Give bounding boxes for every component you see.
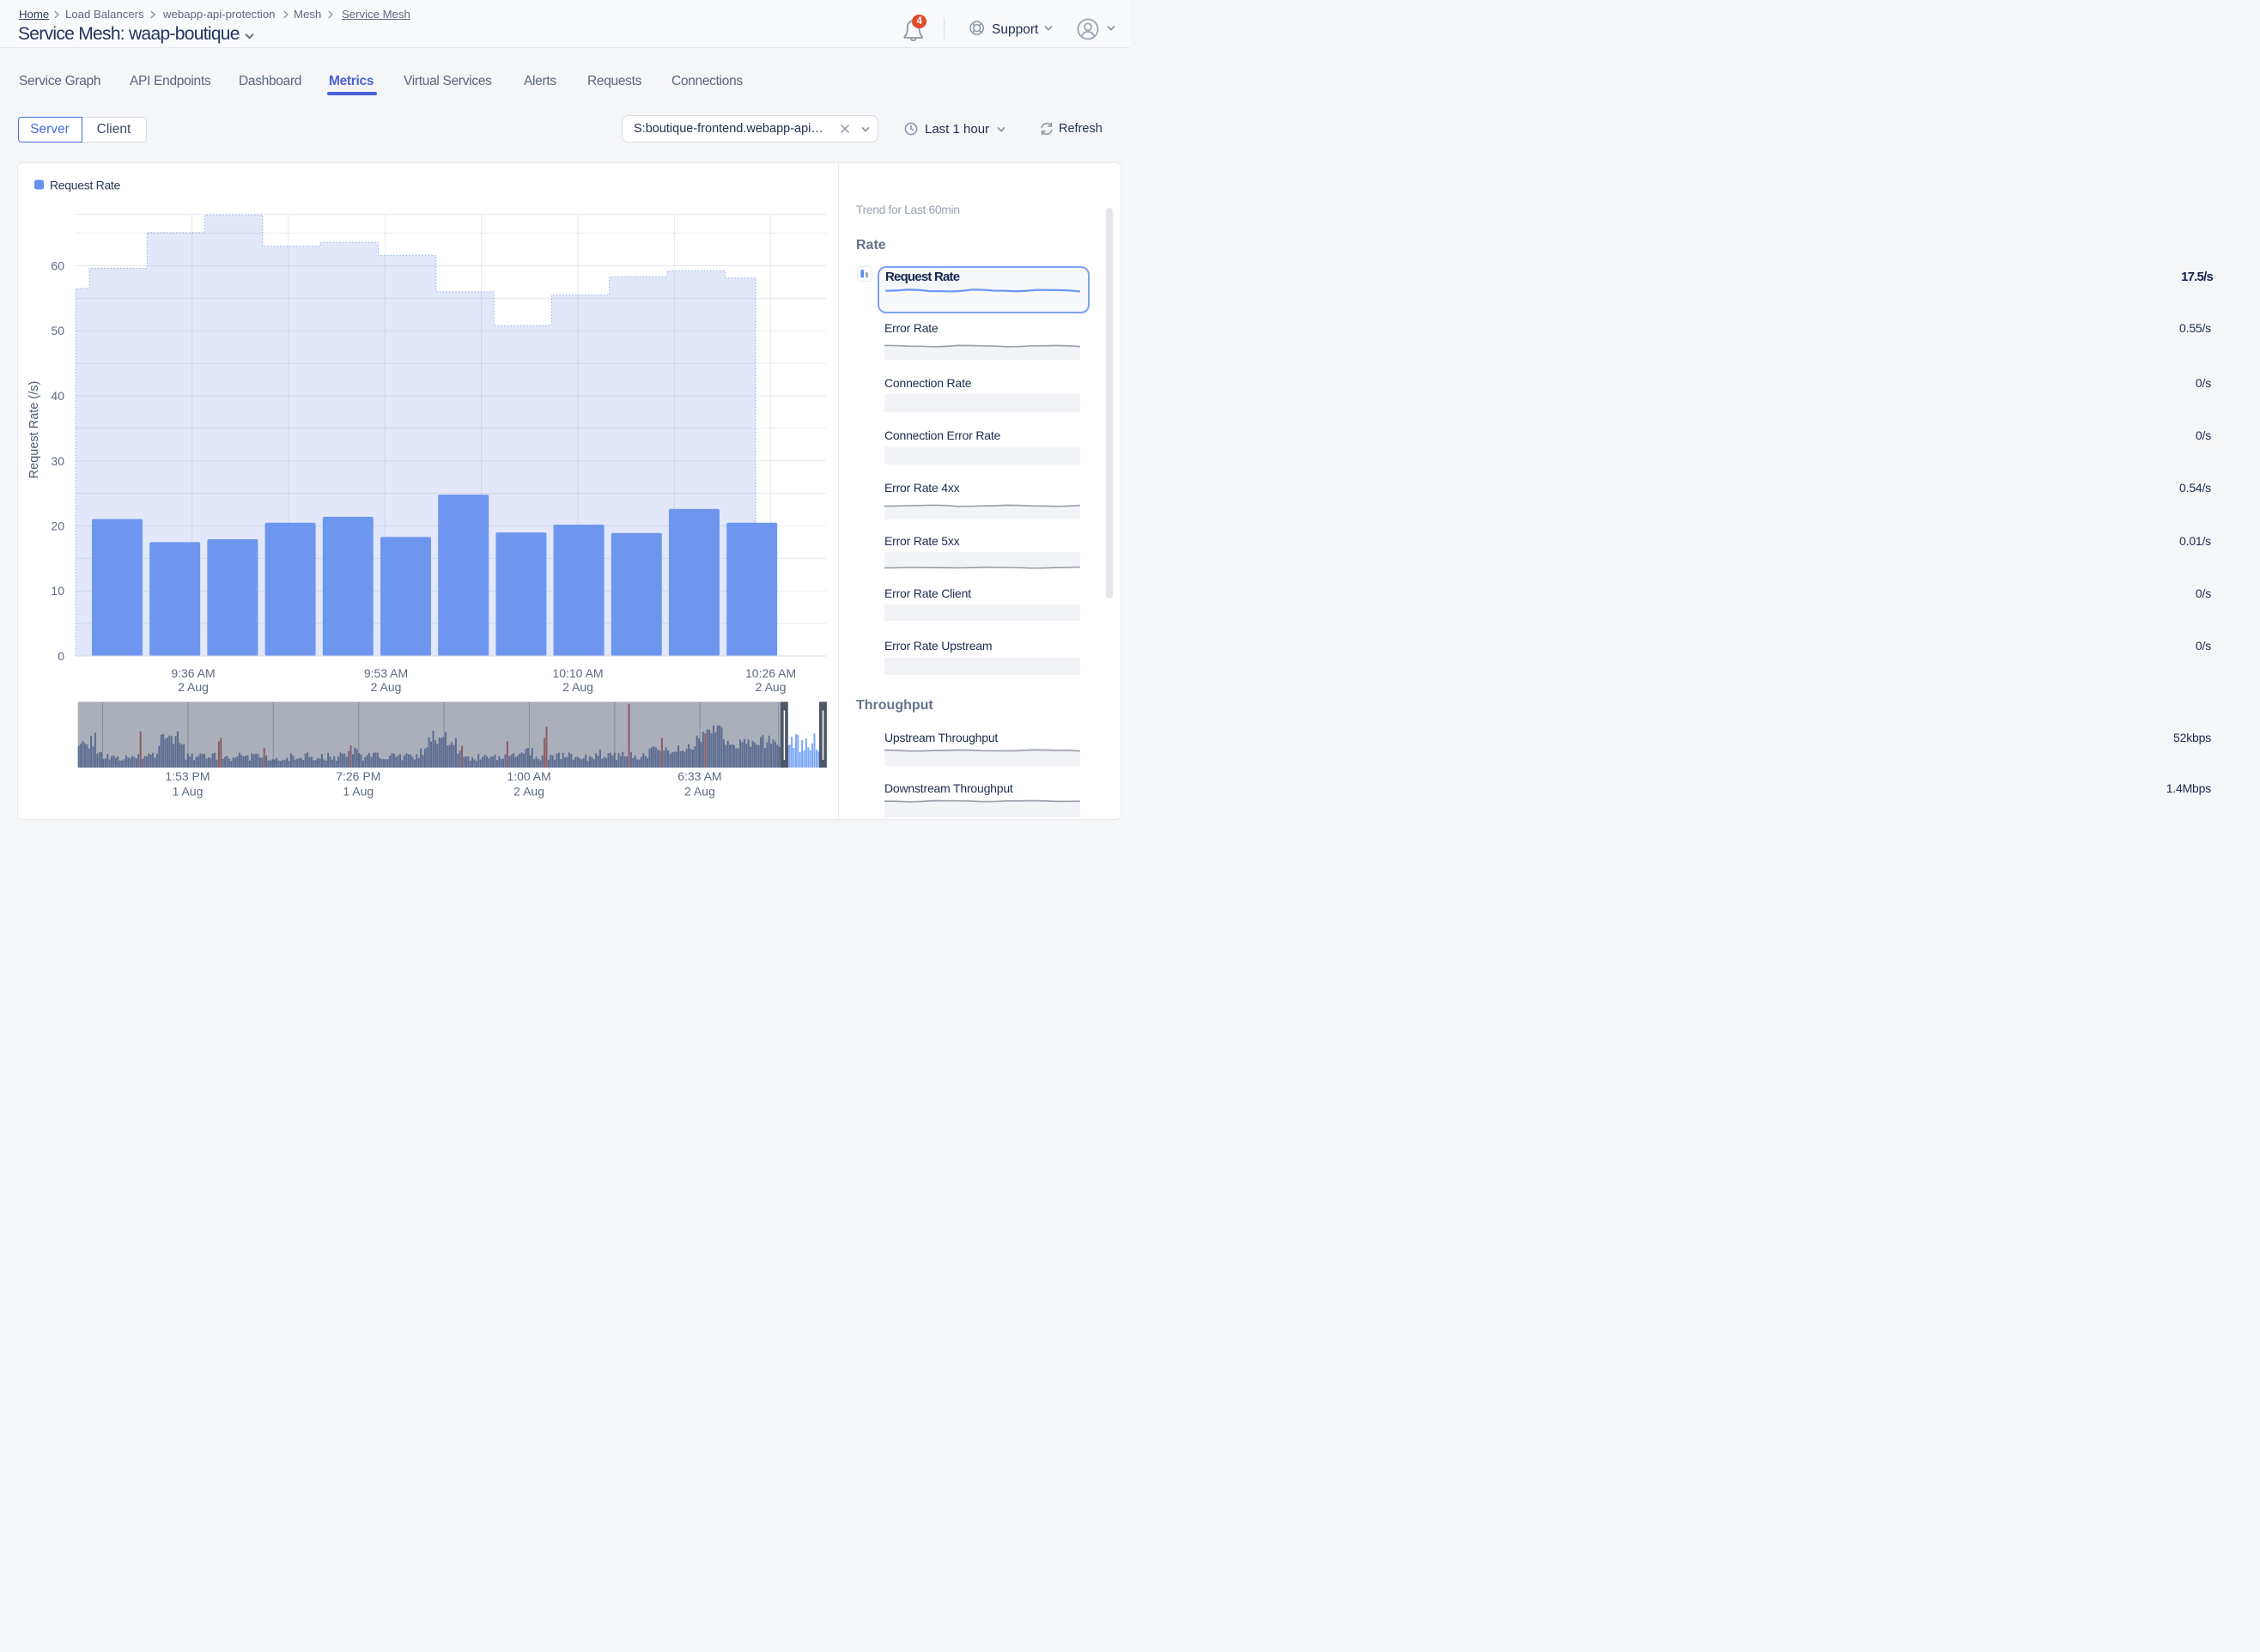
svg-text:9:36 AM: 9:36 AM [171, 666, 215, 680]
svg-text:10:10 AM: 10:10 AM [552, 666, 603, 680]
svg-text:Request Rate: Request Rate [50, 178, 121, 191]
svg-text:2 Aug: 2 Aug [684, 784, 715, 798]
svg-text:30: 30 [51, 453, 64, 467]
svg-text:1:00 AM: 1:00 AM [507, 769, 550, 783]
svg-text:2 Aug: 2 Aug [513, 784, 544, 798]
svg-text:0: 0 [58, 649, 64, 663]
svg-text:Request Rate (/s): Request Rate (/s) [27, 380, 41, 478]
svg-text:6:33 AM: 6:33 AM [677, 769, 721, 783]
svg-text:10:26 AM: 10:26 AM [745, 666, 796, 680]
svg-text:50: 50 [51, 324, 64, 337]
svg-text:60: 60 [51, 258, 64, 272]
svg-text:9:53 AM: 9:53 AM [364, 666, 408, 680]
svg-text:10: 10 [51, 584, 64, 598]
svg-text:7:26 PM: 7:26 PM [336, 769, 380, 783]
svg-text:1:53 PM: 1:53 PM [165, 769, 210, 783]
svg-text:2 Aug: 2 Aug [178, 680, 209, 694]
svg-text:40: 40 [51, 389, 64, 403]
svg-text:1 Aug: 1 Aug [343, 784, 374, 798]
svg-text:20: 20 [51, 519, 64, 532]
svg-text:2 Aug: 2 Aug [562, 680, 593, 694]
svg-text:1 Aug: 1 Aug [173, 784, 204, 798]
svg-text:2 Aug: 2 Aug [756, 680, 787, 694]
svg-text:2 Aug: 2 Aug [371, 680, 402, 694]
